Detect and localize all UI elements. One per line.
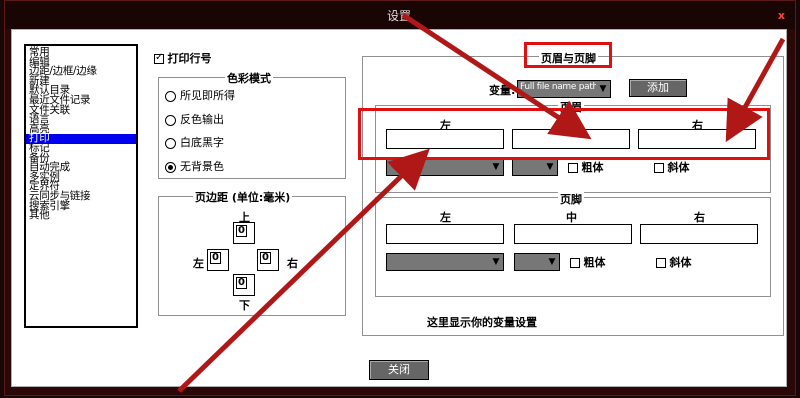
header-font-select[interactable]: ▼ <box>386 158 504 176</box>
color-mode-option-no-background[interactable]: 无背景色 <box>165 158 224 174</box>
footer-right-label: 右 <box>694 211 705 224</box>
category-item[interactable]: 其他 <box>26 210 136 221</box>
radio-invert[interactable] <box>165 114 176 126</box>
margins-title: 页边距 (单位:毫米) <box>193 189 293 205</box>
highlight-box-header-inputs <box>358 108 770 160</box>
settings-window: 设置 x 常用 编辑 边距/边框/边缘 新建 默认目录 最近文件记录 文件关联 语言 高亮 打印标… <box>4 0 796 396</box>
margins-group: 页边距 (单位:毫米) 上 0 左 0 0 右 0 下 <box>158 189 346 316</box>
chevron-down-icon: ▼ <box>545 254 559 270</box>
header-size-select[interactable]: ▼ <box>512 158 558 176</box>
footer-bold-label: 粗体 <box>583 256 606 269</box>
color-mode-label: 所见即所得 <box>180 89 235 102</box>
footer-italic-option[interactable]: 斜体 <box>656 254 692 270</box>
footer-italic-label: 斜体 <box>669 256 692 269</box>
color-mode-label: 反色输出 <box>180 113 224 126</box>
chevron-down-icon: ▼ <box>596 81 610 97</box>
variable-label: 变量: <box>489 84 516 97</box>
footer-size-select[interactable]: ▼ <box>514 253 560 271</box>
header-bold-option[interactable]: 粗体 <box>568 159 604 175</box>
footer-font-select[interactable]: ▼ <box>386 253 504 271</box>
print-line-numbers-option[interactable]: 打印行号 <box>154 50 212 66</box>
footer-group: 页脚 左 中 右 ▼ ▼ 粗体 斜体 <box>375 191 771 297</box>
header-italic-checkbox[interactable] <box>654 163 664 173</box>
close-icon[interactable]: x <box>778 9 785 22</box>
footer-left-label: 左 <box>440 211 451 224</box>
dialog-body: 常用 编辑 边距/边框/边缘 新建 默认目录 最近文件记录 文件关联 语言 高亮 打印 标记 备份 自动… <box>11 29 787 387</box>
margin-right-label: 右 <box>287 257 298 270</box>
radio-black-on-white[interactable] <box>165 137 176 149</box>
radio-wysiwyg[interactable] <box>165 90 176 102</box>
margin-top-input[interactable]: 0 <box>233 222 255 244</box>
category-list[interactable]: 常用 编辑 边距/边框/边缘 新建 默认目录 最近文件记录 文件关联 语言 高亮 打印 标记 备份 自动… <box>24 44 138 328</box>
margin-bottom-input[interactable]: 0 <box>233 274 255 296</box>
close-button[interactable]: 关闭 <box>369 360 429 380</box>
color-mode-group: 色彩模式 所见即所得 反色输出 白底黑字 无背景色 <box>158 70 346 179</box>
variable-select-value: Full file name path <box>520 82 598 92</box>
chevron-down-icon: ▼ <box>489 159 503 175</box>
radio-no-background[interactable] <box>165 161 176 173</box>
margin-right-input[interactable]: 0 <box>257 249 279 271</box>
chevron-down-icon: ▼ <box>543 159 557 175</box>
header-italic-label: 斜体 <box>667 161 690 174</box>
color-mode-label: 无背景色 <box>180 160 224 173</box>
header-footer-group: 页眉与页脚 变量: Full file name path ▼ 添加 页眉 左 … <box>362 50 784 336</box>
print-line-numbers-label: 打印行号 <box>167 52 212 65</box>
highlight-box-title <box>524 42 612 68</box>
footer-bold-option[interactable]: 粗体 <box>570 254 606 270</box>
color-mode-label: 白底黑字 <box>180 136 224 149</box>
margin-left-label: 左 <box>193 257 204 270</box>
footer-italic-checkbox[interactable] <box>656 258 666 268</box>
add-variable-button[interactable]: 添加 <box>629 79 687 97</box>
title-bar: 设置 x <box>5 1 795 29</box>
window-title: 设置 <box>387 9 412 23</box>
footer-bold-checkbox[interactable] <box>570 258 580 268</box>
variable-preview-text: 这里显示你的变量设置 <box>427 316 537 329</box>
chevron-down-icon: ▼ <box>489 254 503 270</box>
margin-left-input[interactable]: 0 <box>207 249 229 271</box>
color-mode-option-wysiwyg[interactable]: 所见即所得 <box>165 87 235 103</box>
footer-left-input[interactable] <box>386 224 504 244</box>
footer-center-label: 中 <box>566 211 577 224</box>
margin-bottom-label: 下 <box>239 299 250 312</box>
footer-title: 页脚 <box>558 191 584 207</box>
header-bold-label: 粗体 <box>581 161 604 174</box>
color-mode-option-invert[interactable]: 反色输出 <box>165 111 224 127</box>
footer-center-input[interactable] <box>514 224 632 244</box>
variable-select[interactable]: Full file name path ▼ <box>517 80 611 98</box>
footer-right-input[interactable] <box>640 224 758 244</box>
header-italic-option[interactable]: 斜体 <box>654 159 690 175</box>
color-mode-title: 色彩模式 <box>225 70 273 86</box>
color-mode-option-black-on-white[interactable]: 白底黑字 <box>165 134 224 150</box>
print-line-numbers-checkbox[interactable] <box>154 52 164 64</box>
header-bold-checkbox[interactable] <box>568 163 578 173</box>
